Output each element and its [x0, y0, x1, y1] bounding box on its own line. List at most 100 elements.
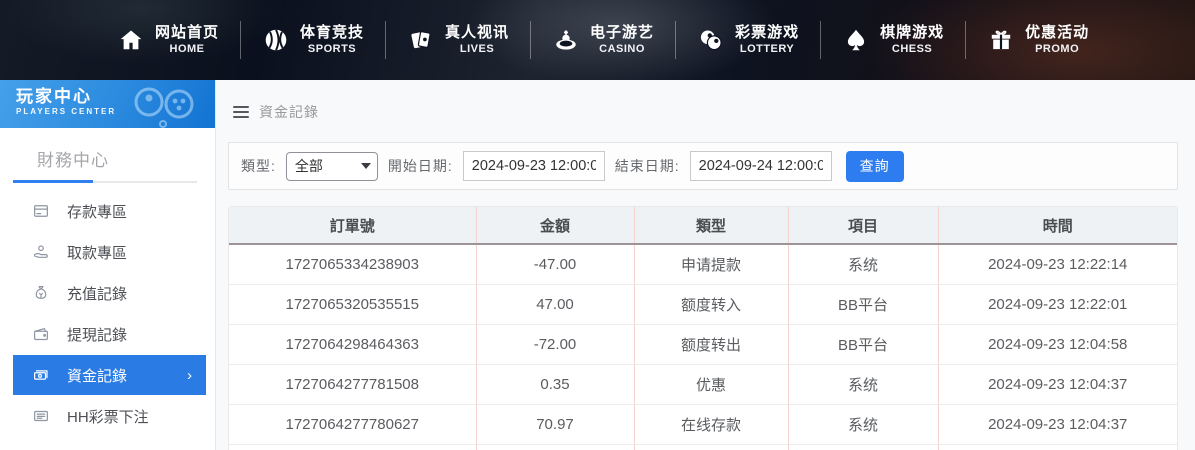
- cell-order-id: 1727064277781508: [229, 364, 476, 405]
- spade-icon: [842, 27, 869, 54]
- banknote-icon: [34, 370, 48, 380]
- nav-title: 彩票游戏: [735, 23, 800, 41]
- sidebar-item-label: 取款專區: [67, 244, 128, 262]
- breadcrumb-label: 資金記錄: [259, 104, 319, 120]
- cell-type: 优惠: [633, 364, 788, 405]
- nav-title: 网站首页: [155, 23, 220, 41]
- table-header-row: 訂單號 金額 類型 項目 時間: [229, 207, 1177, 245]
- nav-item-sports[interactable]: 体育竞技 SPORTS: [241, 24, 385, 57]
- query-button[interactable]: 查詢: [845, 150, 904, 182]
- cell-amount: 70.97: [475, 404, 634, 445]
- sidebar-item-withdrawal-records[interactable]: 提現記錄: [13, 314, 206, 354]
- sidebar-item-label: HH彩票下注: [67, 408, 149, 426]
- cell-order-id: 1727065334238903: [229, 244, 476, 285]
- filter-bar: 類型: 全部 開始日期: 結束日期: 查詢: [228, 142, 1178, 190]
- sidebar-item-hall-bet-records[interactable]: 廳室投註記錄: [13, 437, 206, 450]
- column-header-type: 類型: [633, 207, 788, 245]
- cell-item: 系统: [787, 244, 938, 285]
- nav-item-promo[interactable]: 优惠活动 PROMO: [966, 24, 1110, 57]
- table-row: 1727064298464363 -72.00 额度转出 BB平台 2024-0…: [229, 324, 1177, 365]
- sidebar-item-hh-lottery-bets[interactable]: HH彩票下注: [13, 396, 206, 436]
- cell-item: BB平台: [787, 324, 938, 365]
- chevron-right-icon: ›: [187, 366, 192, 384]
- nav-item-home[interactable]: 网站首页 HOME: [96, 24, 240, 57]
- sidebar-item-deposit-zone[interactable]: 存款專區: [13, 191, 206, 231]
- sidebar: 玩家中心 PLAYERS CENTER 財務中心 存款專區 取款專區 充值記錄 …: [0, 80, 216, 450]
- table-row-partial: [229, 444, 1177, 450]
- sidebar-item-label: 廳室投註記錄: [67, 447, 157, 450]
- cell-time: 2024-09-23 12:22:01: [937, 284, 1177, 325]
- lottery-balls-icon: [697, 27, 724, 54]
- nav-title: 体育竞技: [300, 23, 365, 41]
- type-select[interactable]: 全部: [285, 151, 378, 181]
- nav-title: 真人视讯: [445, 23, 510, 41]
- nav-title: 优惠活动: [1025, 23, 1090, 41]
- ticket-icon: [34, 410, 48, 422]
- cell-order-id: 1727065320535515: [229, 284, 476, 325]
- end-date-label: 結束日期:: [614, 158, 680, 174]
- nav-item-lives[interactable]: 真人视讯 LIVES: [386, 24, 530, 57]
- cell-amount: 0.35: [475, 364, 634, 405]
- cell-time: 2024-09-23 12:22:14: [937, 244, 1177, 285]
- money-bag-icon: [35, 286, 47, 299]
- finance-center-section-title: 財務中心: [37, 151, 109, 170]
- sidebar-item-recharge-records[interactable]: 充值記錄: [13, 273, 206, 313]
- nav-subtitle: HOME: [169, 42, 205, 55]
- table-row: 1727064277780627 70.97 在线存款 系统 2024-09-2…: [229, 404, 1177, 445]
- cell-type: 申请提款: [633, 244, 788, 285]
- sidebar-item-label: 存款專區: [67, 203, 128, 221]
- cell-order-id: 1727064298464363: [229, 324, 476, 365]
- cell-item: BB平台: [787, 284, 938, 325]
- nav-subtitle: CASINO: [599, 42, 645, 55]
- table-row: 1727065334238903 -47.00 申请提款 系统 2024-09-…: [229, 244, 1177, 285]
- deposit-card-icon: [34, 205, 48, 217]
- nav-subtitle: SPORTS: [307, 42, 357, 55]
- cell-type: 额度转出: [633, 324, 788, 365]
- sidebar-menu: 存款專區 取款專區 充值記錄 提現記錄 資金記錄 › HH彩票下注: [0, 191, 215, 450]
- cell-time: 2024-09-23 12:04:37: [937, 404, 1177, 445]
- nav-subtitle: CHESS: [891, 42, 933, 55]
- nav-subtitle: PROMO: [1035, 42, 1080, 55]
- table-row: 1727064277781508 0.35 优惠 系统 2024-09-23 1…: [229, 364, 1177, 405]
- playing-cards-icon: [407, 27, 434, 54]
- nav-item-chess[interactable]: 棋牌游戏 CHESS: [821, 24, 965, 57]
- column-header-item: 項目: [787, 207, 938, 245]
- start-date-input[interactable]: [462, 151, 605, 181]
- cell-item: 系统: [787, 364, 938, 405]
- sports-ball-icon: [262, 27, 289, 54]
- cell-type: 额度转入: [633, 284, 788, 325]
- cell-amount: -47.00: [475, 244, 634, 285]
- gift-icon: [987, 27, 1014, 54]
- cell-amount: -72.00: [475, 324, 634, 365]
- gamepad-decoration-icon: [134, 87, 194, 128]
- section-underline: [13, 180, 197, 183]
- sidebar-item-label: 充值記錄: [67, 285, 128, 303]
- sidebar-item-label: 資金記錄: [67, 367, 128, 385]
- table-row: 1727065320535515 47.00 额度转入 BB平台 2024-09…: [229, 284, 1177, 325]
- main-content: 資金記錄 類型: 全部 開始日期: 結束日期: 查詢 訂單號 金額 類型: [216, 80, 1195, 450]
- nav-item-casino[interactable]: 电子游艺 CASINO: [531, 24, 675, 57]
- column-header-order-id: 訂單號: [229, 207, 476, 245]
- cell-item: 系统: [787, 404, 938, 445]
- home-icon: [117, 27, 144, 54]
- cell-time: 2024-09-23 12:04:58: [937, 324, 1177, 365]
- hand-money-icon: [34, 245, 48, 258]
- cell-type: 在线存款: [633, 404, 788, 445]
- cell-time: 2024-09-23 12:04:37: [937, 364, 1177, 405]
- nav-subtitle: LIVES: [459, 42, 495, 55]
- end-date-input[interactable]: [689, 151, 832, 181]
- nav-title: 棋牌游戏: [880, 23, 945, 41]
- start-date-label: 開始日期:: [387, 158, 453, 174]
- hamburger-icon[interactable]: [233, 106, 249, 118]
- nav-title: 电子游艺: [590, 23, 655, 41]
- wallet-icon: [34, 328, 48, 341]
- funds-table: 訂單號 金額 類型 項目 時間 1727065334238903 -47.00 …: [228, 206, 1178, 450]
- type-label: 類型:: [241, 158, 276, 174]
- cell-order-id: 1727064277780627: [229, 404, 476, 445]
- top-nav: 网站首页 HOME 体育竞技 SPORTS 真人视讯 LIVES 电子游艺 CA…: [0, 0, 1195, 80]
- column-header-time: 時間: [937, 207, 1177, 245]
- nav-item-lottery[interactable]: 彩票游戏 LOTTERY: [676, 24, 820, 57]
- column-header-amount: 金額: [475, 207, 634, 245]
- sidebar-item-funds-records[interactable]: 資金記錄 ›: [13, 355, 206, 395]
- sidebar-item-withdraw-zone[interactable]: 取款專區: [13, 232, 206, 272]
